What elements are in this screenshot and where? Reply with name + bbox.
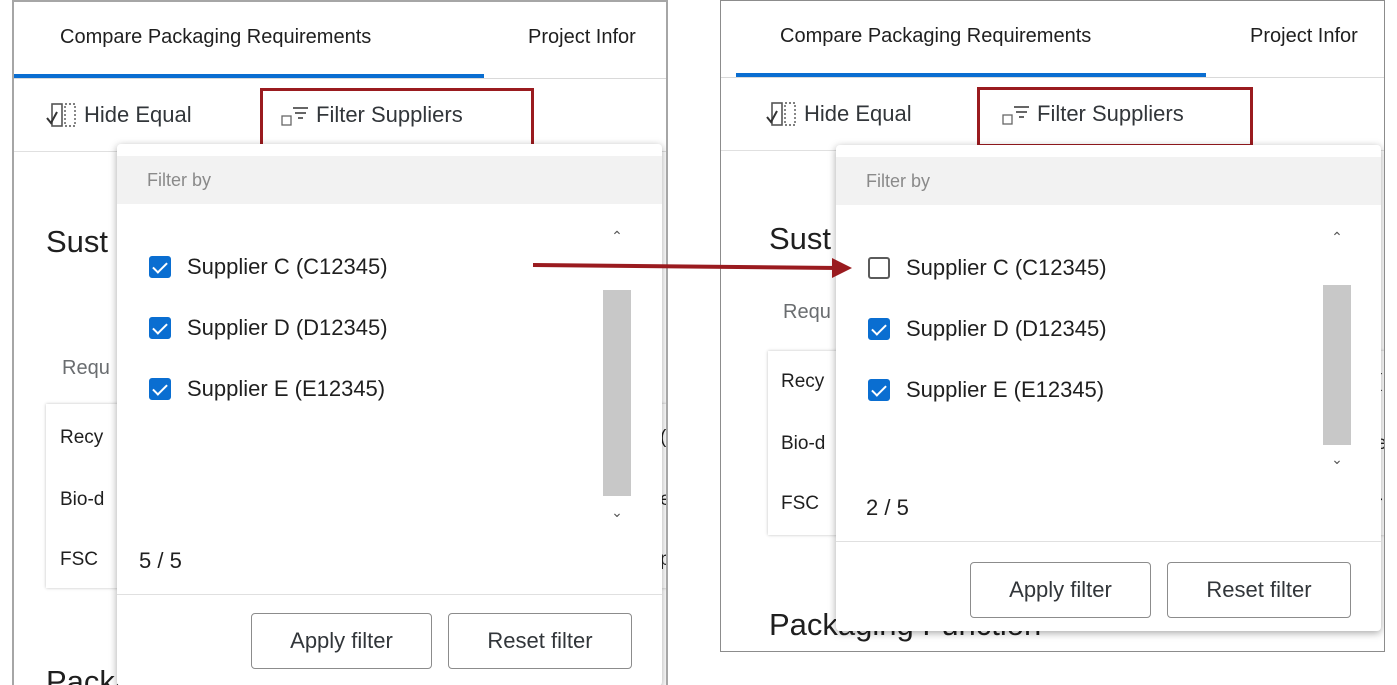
transition-arrow-icon bbox=[532, 258, 852, 278]
